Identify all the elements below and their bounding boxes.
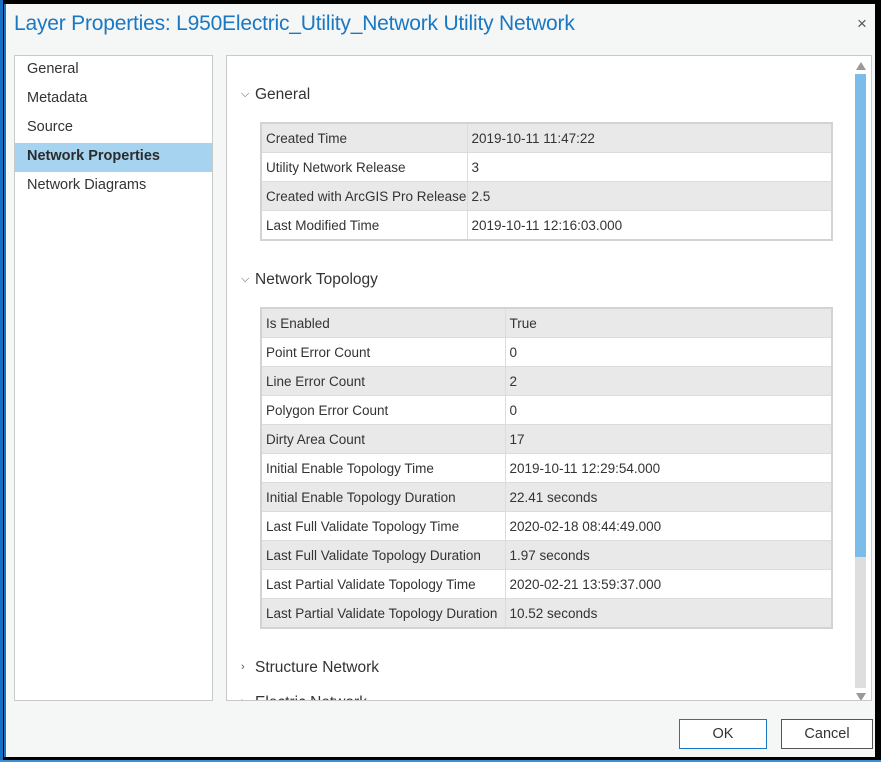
section-title: General — [255, 86, 311, 103]
table-row: Polygon Error Count 0 — [261, 395, 832, 425]
table-row: Created Time 2019-10-11 11:47:22 — [261, 123, 832, 153]
sidebar-nav: General Metadata Source Network Properti… — [14, 55, 213, 701]
property-name: Last Full Validate Topology Time — [261, 511, 506, 541]
property-value: 0 — [505, 337, 832, 367]
window-edge — [0, 0, 3, 762]
property-value: 2019-10-11 12:16:03.000 — [467, 210, 832, 241]
property-value: True — [505, 308, 832, 338]
property-value: 1.97 seconds — [505, 540, 832, 570]
table-row: Last Full Validate Topology Time 2020-02-… — [261, 511, 832, 541]
property-value: 22.41 seconds — [505, 482, 832, 512]
property-name: Last Partial Validate Topology Duration — [261, 598, 506, 629]
property-name: Dirty Area Count — [261, 424, 506, 454]
cancel-button[interactable]: Cancel — [781, 719, 873, 749]
chevron-down-icon: ⌵ — [241, 273, 250, 285]
property-value: 2020-02-18 08:44:49.000 — [505, 511, 832, 541]
table-row: Last Full Validate Topology Duration 1.97… — [261, 540, 832, 570]
chevron-right-icon: › — [241, 696, 255, 700]
property-name: Last Modified Time — [261, 210, 468, 241]
close-icon[interactable]: × — [852, 14, 872, 34]
property-name: Line Error Count — [261, 366, 506, 396]
table-row: Is Enabled True — [261, 308, 832, 338]
property-name: Initial Enable Topology Time — [261, 453, 506, 483]
scroll-down-arrow-icon[interactable] — [856, 693, 866, 700]
vertical-scrollbar[interactable] — [855, 74, 866, 688]
section-title: Electric Network — [255, 694, 367, 700]
property-name: Polygon Error Count — [261, 395, 506, 425]
property-value: 2019-10-11 12:29:54.000 — [505, 453, 832, 483]
property-name: Point Error Count — [261, 337, 506, 367]
section-general-header[interactable]: ⌵ General — [241, 86, 310, 104]
property-value: 2019-10-11 11:47:22 — [467, 123, 832, 153]
property-name: Last Full Validate Topology Duration — [261, 540, 506, 570]
section-network-topology-header[interactable]: ⌵ Network Topology — [241, 271, 378, 289]
table-row: Initial Enable Topology Duration 22.41 se… — [261, 482, 832, 512]
table-row: Last Partial Validate Topology Time 2020-… — [261, 569, 832, 599]
property-name: Last Partial Validate Topology Time — [261, 569, 506, 599]
property-name: Initial Enable Topology Duration — [261, 482, 506, 512]
general-properties-table: Created Time 2019-10-11 11:47:22 Utility N… — [260, 122, 833, 241]
property-value: 10.52 seconds — [505, 598, 832, 629]
table-row: Initial Enable Topology Time 2019-10-11 1… — [261, 453, 832, 483]
table-row: Utility Network Release 3 — [261, 152, 832, 182]
property-value: 2 — [505, 366, 832, 396]
dialog-title: Layer Properties: L950Electric_Utility_N… — [14, 12, 575, 35]
table-row: Last Modified Time 2019-10-11 12:16:03.00… — [261, 210, 832, 241]
property-name: Created Time — [261, 123, 468, 153]
layer-properties-dialog: Layer Properties: L950Electric_Utility_N… — [4, 4, 875, 757]
section-title: Network Topology — [255, 271, 378, 288]
sidebar-item-network-properties[interactable]: Network Properties — [15, 143, 212, 172]
table-row: Dirty Area Count 17 — [261, 424, 832, 454]
network-topology-table: Is Enabled True Point Error Count 0 Line Err… — [260, 307, 833, 629]
scrollbar-thumb[interactable] — [855, 74, 866, 557]
property-value: 3 — [467, 152, 832, 182]
table-row: Last Partial Validate Topology Duration 1… — [261, 598, 832, 629]
table-row: Line Error Count 2 — [261, 366, 832, 396]
property-value: 2.5 — [467, 181, 832, 211]
section-title: Structure Network — [255, 659, 380, 676]
sidebar-item-source[interactable]: Source — [15, 114, 212, 143]
section-electric-network-header[interactable]: ›Electric Network — [241, 694, 367, 700]
property-name: Utility Network Release — [261, 152, 468, 182]
scroll-up-arrow-icon[interactable] — [856, 62, 866, 70]
property-value: 0 — [505, 395, 832, 425]
table-row: Created with ArcGIS Pro Release 2.5 — [261, 181, 832, 211]
sidebar-item-metadata[interactable]: Metadata — [15, 85, 212, 114]
property-value: 17 — [505, 424, 832, 454]
table-row: Point Error Count 0 — [261, 337, 832, 367]
sidebar-item-general[interactable]: General — [15, 56, 212, 85]
sidebar-item-network-diagrams[interactable]: Network Diagrams — [15, 172, 212, 201]
properties-panel: ⌵ General Created Time 2019-10-11 11:47:22… — [226, 55, 872, 701]
property-name: Is Enabled — [261, 308, 506, 338]
property-value: 2020-02-21 13:59:37.000 — [505, 569, 832, 599]
chevron-right-icon: › — [241, 661, 245, 673]
property-name: Created with ArcGIS Pro Release — [261, 181, 468, 211]
section-structure-network-header[interactable]: › Structure Network — [241, 659, 379, 677]
ok-button[interactable]: OK — [679, 719, 767, 749]
chevron-down-icon: ⌵ — [241, 88, 250, 100]
